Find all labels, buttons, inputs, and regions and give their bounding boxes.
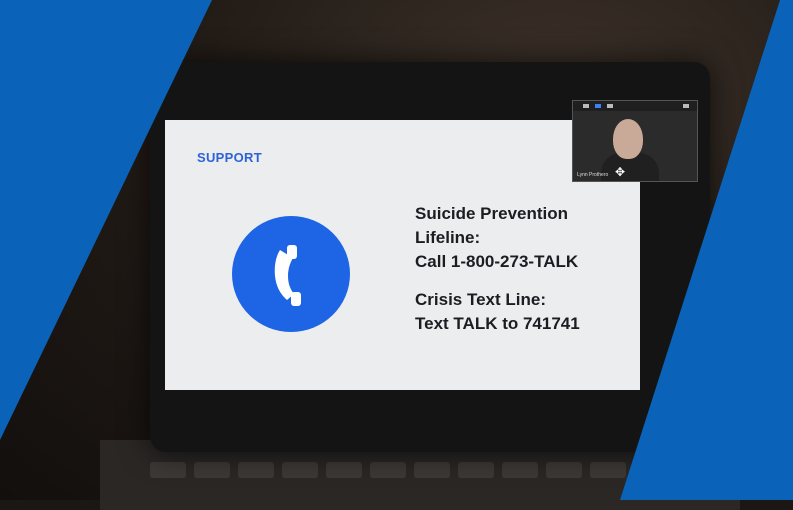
right-blue-band: [620, 0, 793, 500]
photo-scene: SUPPORT Suicide Prevention Lifeline: Cal…: [0, 0, 793, 510]
left-blue-band: [0, 0, 212, 440]
brand-overlay: [0, 0, 793, 500]
